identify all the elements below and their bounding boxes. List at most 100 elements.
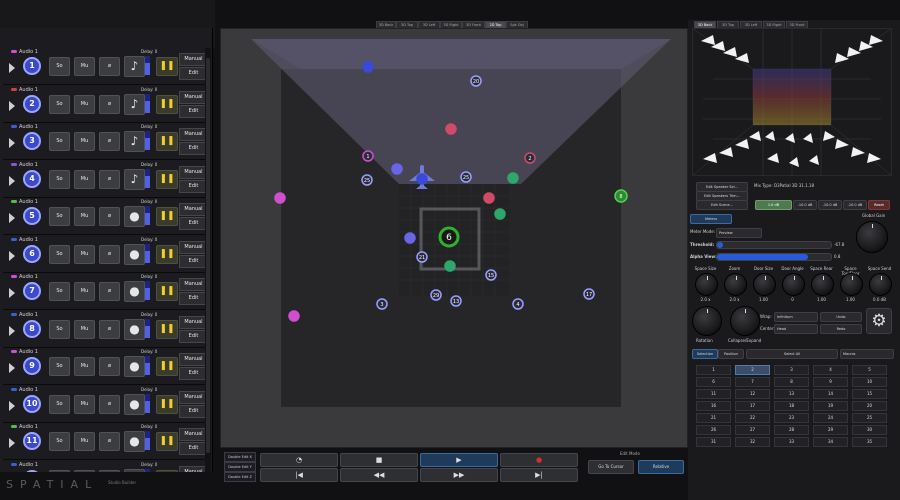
level-value-c[interactable]: -10.0 dB xyxy=(843,200,867,210)
channel-strip[interactable]: Audio 1 Delay: 0 10 So Mu ø ● ❚❚ Manual Edit xyxy=(3,386,208,423)
sound-object[interactable]: 20 xyxy=(470,75,482,87)
position-tab[interactable]: Position xyxy=(718,349,744,359)
channel-strip[interactable]: Audio 1 Delay: 0 6 So Mu ø ● ❚❚ Manual Edit xyxy=(3,236,208,273)
sound-object[interactable]: 6 xyxy=(438,226,460,248)
mute-button[interactable]: Mu xyxy=(74,319,95,339)
expand-arrow-icon[interactable] xyxy=(9,400,15,411)
pause-icon[interactable]: ❚❚ xyxy=(156,132,178,151)
loop-button[interactable]: ◔ xyxy=(260,453,338,467)
manual-button[interactable]: Manual xyxy=(179,428,208,441)
circle-icon[interactable]: ● xyxy=(124,206,145,227)
expand-arrow-icon[interactable] xyxy=(9,325,15,336)
double-edit-x-button[interactable]: Double Edit X xyxy=(224,452,256,462)
level-value-green[interactable]: 1.0 dB xyxy=(755,200,792,210)
speaker-number-button[interactable]: 29 xyxy=(813,425,848,435)
sound-object[interactable] xyxy=(288,310,300,322)
manual-button[interactable]: Manual xyxy=(179,315,208,329)
global-gain-knob[interactable] xyxy=(856,221,888,253)
stop-button[interactable]: ■ xyxy=(340,453,418,467)
speaker-number-button[interactable]: 26 xyxy=(696,425,731,435)
edit-scene-button[interactable]: Edit Scene... xyxy=(696,200,748,210)
space-control-knob[interactable] xyxy=(753,273,776,296)
stage-view[interactable]: 20 1 2 25 25 8 6 21 15 3 29 13 4 17 xyxy=(220,28,688,448)
rewind-button[interactable]: ◀◀ xyxy=(340,468,418,482)
manual-button[interactable]: Manual xyxy=(179,53,208,66)
manual-button[interactable]: Manual xyxy=(179,240,208,254)
channel-strip[interactable]: Audio 1 Delay: 0 11 So Mu ø ● ❚❚ Manual Edit xyxy=(3,423,208,460)
sound-object[interactable] xyxy=(362,61,374,73)
sound-object[interactable]: 3 xyxy=(376,298,388,310)
expand-arrow-icon[interactable] xyxy=(9,63,15,73)
mute-button[interactable]: Mu xyxy=(74,57,95,76)
music-note-icon[interactable]: ♪ xyxy=(124,93,145,115)
manual-button[interactable]: Manual xyxy=(179,90,208,104)
manual-button[interactable]: Manual xyxy=(179,390,208,404)
solo-button[interactable]: So xyxy=(49,469,70,472)
edit-button[interactable]: Edit xyxy=(179,67,208,80)
edit-button[interactable]: Edit xyxy=(179,104,208,118)
pause-icon[interactable]: ❚❚ xyxy=(156,469,178,472)
speaker-number-button[interactable]: 28 xyxy=(774,425,809,435)
music-note-icon[interactable]: ♪ xyxy=(124,56,145,77)
solo-button[interactable]: So xyxy=(49,394,70,414)
channel-number-badge[interactable]: 2 xyxy=(23,94,41,113)
expand-arrow-icon[interactable] xyxy=(9,288,15,298)
play-button[interactable]: ▶ xyxy=(420,453,498,467)
sound-object[interactable]: 8 xyxy=(614,189,628,203)
sound-object[interactable]: 17 xyxy=(583,288,595,300)
sound-object[interactable] xyxy=(483,192,495,204)
speaker-number-button[interactable]: 10 xyxy=(852,377,887,387)
sound-object[interactable] xyxy=(494,208,506,220)
solo-button[interactable]: So xyxy=(49,244,70,264)
edit-button[interactable]: Edit xyxy=(179,217,208,230)
collapse-expand-knob[interactable] xyxy=(730,306,760,336)
speaker-number-button[interactable]: 15 xyxy=(852,389,887,399)
speaker-number-button[interactable]: 22 xyxy=(735,413,770,423)
circle-icon[interactable]: ● xyxy=(124,431,145,452)
phase-button[interactable]: ø xyxy=(99,319,120,339)
channel-strip[interactable]: Audio 1 Delay: 0 7 So Mu ø ● ❚❚ Manual Edit xyxy=(3,273,208,310)
phase-button[interactable]: ø xyxy=(99,394,120,414)
circle-icon[interactable]: ● xyxy=(124,318,145,340)
pause-icon[interactable]: ❚❚ xyxy=(156,282,178,301)
speaker-number-button[interactable]: 6 xyxy=(696,377,731,387)
edit-button[interactable]: Edit xyxy=(179,442,208,455)
phase-button[interactable]: ø xyxy=(99,169,120,189)
sound-object[interactable] xyxy=(416,173,428,185)
threshold-slider[interactable] xyxy=(716,241,832,249)
sound-object[interactable] xyxy=(391,163,403,175)
solo-button[interactable]: So xyxy=(49,319,70,339)
mute-button[interactable]: Mu xyxy=(74,132,95,151)
speaker-number-button[interactable]: 19 xyxy=(813,401,848,411)
speaker-number-button[interactable]: 9 xyxy=(813,377,848,387)
speaker-3d-view[interactable] xyxy=(692,28,892,176)
mute-button[interactable]: Mu xyxy=(74,207,95,226)
circle-icon[interactable]: ● xyxy=(124,243,145,265)
expand-arrow-icon[interactable] xyxy=(9,363,15,373)
space-control-knob[interactable] xyxy=(811,273,834,296)
pause-icon[interactable]: ❚❚ xyxy=(156,244,178,264)
sound-object[interactable]: 13 xyxy=(450,295,462,307)
redo-button[interactable]: Redo xyxy=(820,324,862,334)
solo-button[interactable]: So xyxy=(49,357,70,376)
channel-strip[interactable]: Audio 1 Delay: 0 1 So Mu ø ♪ ❚❚ Manual Edit xyxy=(3,48,208,85)
relative-button[interactable]: Relative xyxy=(638,460,684,474)
channel-number-badge[interactable]: 4 xyxy=(23,169,41,188)
channel-number-badge[interactable]: 11 xyxy=(23,432,41,450)
phase-button[interactable]: ø xyxy=(99,132,120,151)
speaker-number-button[interactable]: 33 xyxy=(774,437,809,447)
pause-icon[interactable]: ❚❚ xyxy=(156,57,178,76)
circle-icon[interactable]: ● xyxy=(124,468,145,472)
double-edit-z-button[interactable]: Double Edit Z xyxy=(224,472,256,482)
edit-button[interactable]: Edit xyxy=(179,329,208,343)
channel-scrollbar[interactable] xyxy=(205,48,211,472)
mute-button[interactable]: Mu xyxy=(74,432,95,451)
reset-button[interactable]: Reset xyxy=(868,200,890,210)
select-all-button[interactable]: Select All xyxy=(746,349,838,359)
speaker-number-button[interactable]: 35 xyxy=(852,437,887,447)
space-control-knob[interactable] xyxy=(840,273,863,296)
phase-button[interactable]: ø xyxy=(99,282,120,301)
macros-select[interactable]: Macros xyxy=(840,349,894,359)
solo-button[interactable]: So xyxy=(49,132,70,151)
pause-icon[interactable]: ❚❚ xyxy=(156,357,178,376)
